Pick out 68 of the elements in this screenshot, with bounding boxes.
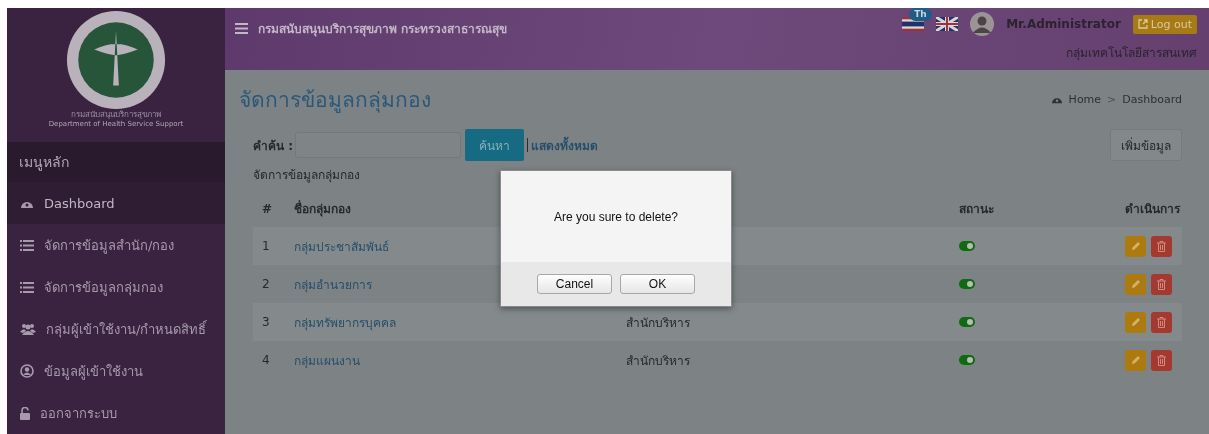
breadcrumb-separator: > [1107, 92, 1117, 106]
menu-icon[interactable] [235, 22, 248, 34]
show-all-link[interactable]: แสดงทั้งหมด [531, 135, 598, 155]
trash-icon [1157, 316, 1166, 328]
trash-icon [1157, 240, 1166, 252]
sidebar-item[interactable]: ข้อมูลผู้เข้าใช้งาน [7, 350, 225, 392]
delete-button[interactable] [1151, 235, 1172, 257]
delete-button[interactable] [1151, 273, 1172, 295]
sidebar-item[interactable]: จัดการข้อมูลกลุ่มกอง [7, 266, 225, 308]
search-label: คำค้น : [253, 137, 293, 155]
language-badge: Th [909, 8, 932, 21]
edit-button[interactable] [1125, 273, 1146, 295]
pencil-icon [1130, 241, 1141, 251]
table-cell: สำนักบริหาร [626, 353, 690, 368]
menu-title: เมนูหลัก [7, 142, 225, 182]
edit-button[interactable] [1125, 349, 1146, 371]
edit-button[interactable] [1125, 235, 1146, 257]
dialog-button[interactable]: Cancel [537, 274, 612, 294]
user-group: กลุ่มเทคโนโลยีสารสนเทศ [1066, 43, 1197, 62]
column-header: ดำเนินการ [1125, 201, 1180, 218]
breadcrumb-item[interactable]: Dashboard [1122, 92, 1182, 106]
table-cell: 3 [262, 315, 270, 329]
table-cell: 1 [262, 239, 270, 253]
table-caption: จัดการข้อมูลกลุ่มกอง [252, 167, 361, 184]
sidebar-item[interactable]: ออกจากระบบ [7, 392, 225, 434]
logout-button[interactable]: Log out [1132, 14, 1197, 34]
search-button[interactable]: ค้นหา [465, 129, 524, 161]
column-header: # [262, 201, 273, 216]
pencil-icon [1130, 355, 1141, 365]
users-icon [20, 323, 36, 335]
group-name-link[interactable]: กลุ่มประชาสัมพันธ์ [294, 239, 389, 254]
breadcrumb-item[interactable]: Home [1068, 92, 1102, 106]
trash-icon [1157, 354, 1166, 366]
column-header: ชื่อกลุ่มกอง [294, 199, 351, 218]
list-icon [20, 239, 34, 251]
list-icon [20, 281, 34, 293]
logo-caption: กรมสนับสนุนบริการสุขภาพ [71, 110, 161, 120]
avatar-icon[interactable] [970, 12, 995, 36]
status-toggle[interactable] [959, 279, 975, 289]
table-cell: 2 [262, 277, 270, 291]
group-name-link[interactable]: กลุ่มอำนวยการ [294, 277, 372, 292]
sidebar-item[interactable]: กลุ่มผู้เข้าใช้งาน/กำหนดสิทธิ์ [7, 308, 225, 350]
dialog-button[interactable]: OK [620, 274, 695, 294]
site-title: กรมสนับสนุนบริการสุขภาพ กระทรวงสาธารณสุข [258, 20, 508, 38]
pencil-icon [1130, 317, 1141, 327]
edit-button[interactable] [1125, 311, 1146, 333]
group-name-link[interactable]: กลุ่มทรัพยากรบุคคล [294, 315, 396, 330]
sidebar-item[interactable]: Dashboard [7, 182, 225, 224]
status-toggle[interactable] [959, 355, 975, 365]
status-toggle[interactable] [959, 241, 975, 251]
uk-flag-icon[interactable] [936, 17, 959, 31]
dialog-message: Are you sure to delete? [553, 209, 679, 224]
add-button[interactable]: เพิ่มข้อมูล [1110, 129, 1182, 161]
column-header: สถานะ [959, 201, 994, 218]
status-toggle[interactable] [959, 317, 975, 327]
unlock-icon [20, 406, 30, 420]
delete-button[interactable] [1151, 311, 1172, 333]
pencil-icon [1130, 279, 1141, 289]
table-cell: 4 [262, 353, 270, 367]
table-cell: สำนักบริหาร [626, 315, 690, 330]
group-name-link[interactable]: กลุ่มแผนงาน [294, 353, 360, 368]
page-title: จัดการข้อมูลกลุ่มกอง [239, 86, 431, 115]
trash-icon [1157, 278, 1166, 290]
user-name: Mr.Administrator [1006, 17, 1121, 31]
user-circle-icon [20, 364, 34, 378]
external-link-icon [1137, 19, 1148, 29]
sidebar-item[interactable]: จัดการข้อมูลสำนัก/กอง [7, 224, 225, 266]
delete-button[interactable] [1151, 349, 1172, 371]
